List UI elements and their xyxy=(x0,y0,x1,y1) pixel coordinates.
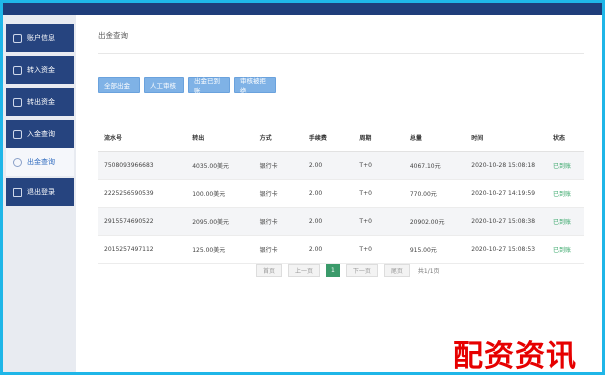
sidebar-item-account-info[interactable]: 账户信息 xyxy=(6,24,74,52)
column-header: 转出 xyxy=(186,123,254,152)
cell-time: 2020-10-27 14:19:59 xyxy=(465,179,548,208)
last-page-button[interactable]: 尾页 xyxy=(383,264,410,277)
sidebar: 账户信息 转入资金 转出资金 入金查询 出金查询 退出登录 xyxy=(3,15,76,372)
cell-method: 银行卡 xyxy=(253,235,303,264)
cell-method: 银行卡 xyxy=(253,207,303,236)
status-badge: 已到账 xyxy=(547,179,584,208)
sidebar-item-label: 出金查询 xyxy=(27,158,55,166)
sidebar-item-deposit[interactable]: 转入资金 xyxy=(6,56,74,84)
withdraw-icon xyxy=(13,97,22,107)
sidebar-item-deposit-query[interactable]: 入金查询 xyxy=(6,120,74,148)
main-content: 出金查询 全部出金 人工审核 出金已到账 审核被拒绝 流水号 转出 方式 手续费… xyxy=(76,15,602,372)
table-row: 2915574690522 2095.00美元 银行卡 2.00 T+0 209… xyxy=(98,207,584,236)
cell-period: T+0 xyxy=(353,179,404,208)
column-header: 手续费 xyxy=(302,123,354,152)
cell-method: 银行卡 xyxy=(253,151,303,180)
column-header: 周期 xyxy=(353,123,404,152)
user-icon xyxy=(13,33,22,43)
app-frame: 账户信息 转入资金 转出资金 入金查询 出金查询 退出登录 出金查询 全部出金 … xyxy=(3,3,602,372)
filter-rejected-button[interactable]: 审核被拒绝 xyxy=(234,77,276,95)
sidebar-item-label: 入金查询 xyxy=(27,130,55,138)
cell-fee: 2.00 xyxy=(302,179,354,208)
pagination: 首页 上一页 1 下一页 尾页 共1/1页 xyxy=(256,264,440,277)
table-row: 2015257497112 125.00美元 银行卡 2.00 T+0 915.… xyxy=(98,235,584,264)
sidebar-item-withdraw-query[interactable]: 出金查询 xyxy=(6,148,74,176)
sidebar-item-label: 账户信息 xyxy=(27,34,55,42)
table-header-row: 流水号 转出 方式 手续费 周期 总量 时间 状态 xyxy=(98,123,584,152)
prev-page-button[interactable]: 上一页 xyxy=(288,264,321,277)
next-page-button[interactable]: 下一页 xyxy=(345,264,378,277)
table-row: 7508093966683 4035.00美元 银行卡 2.00 T+0 406… xyxy=(98,151,584,180)
cell-fee: 2.00 xyxy=(302,151,354,180)
cell-serial: 2225256590539 xyxy=(98,179,187,208)
status-badge: 已到账 xyxy=(547,151,584,180)
cell-fee: 2.00 xyxy=(302,207,354,236)
page-title: 出金查询 xyxy=(98,31,128,40)
column-header: 总量 xyxy=(403,123,466,152)
column-header: 流水号 xyxy=(98,123,187,152)
sidebar-item-label: 转出资金 xyxy=(27,98,55,106)
current-page-button[interactable]: 1 xyxy=(326,264,340,277)
column-header: 状态 xyxy=(547,123,584,152)
cell-serial: 2015257497112 xyxy=(98,235,187,264)
filter-all-button[interactable]: 全部出金 xyxy=(98,77,140,93)
sidebar-item-label: 转入资金 xyxy=(27,66,55,74)
column-header: 方式 xyxy=(253,123,303,152)
divider xyxy=(98,53,584,54)
filter-manual-review-button[interactable]: 人工审核 xyxy=(144,77,184,93)
top-bar xyxy=(3,3,602,15)
table-row: 2225256590539 100.00美元 银行卡 2.00 T+0 770.… xyxy=(98,179,584,208)
cell-period: T+0 xyxy=(353,151,404,180)
cell-period: T+0 xyxy=(353,235,404,264)
cell-time: 2020-10-27 15:08:38 xyxy=(465,207,548,236)
search-icon xyxy=(13,157,22,167)
cell-amount: 4035.00美元 xyxy=(186,151,254,180)
cell-amount: 2095.00美元 xyxy=(186,207,254,236)
cell-serial: 2915574690522 xyxy=(98,207,187,236)
cell-time: 2020-10-27 15:08:53 xyxy=(465,235,548,264)
cell-method: 银行卡 xyxy=(253,179,303,208)
page-count: 共1/1页 xyxy=(417,268,440,275)
status-badge: 已到账 xyxy=(547,207,584,236)
sidebar-item-withdraw[interactable]: 转出资金 xyxy=(6,88,74,116)
cell-time: 2020-10-28 15:08:18 xyxy=(465,151,548,180)
filter-tabs: 全部出金 人工审核 出金已到账 审核被拒绝 xyxy=(98,77,276,95)
sidebar-item-label: 退出登录 xyxy=(27,188,55,196)
first-page-button[interactable]: 首页 xyxy=(256,264,283,277)
cell-fee: 2.00 xyxy=(302,235,354,264)
query-icon xyxy=(13,129,22,139)
logout-icon xyxy=(13,187,22,197)
cell-amount: 100.00美元 xyxy=(186,179,254,208)
cell-total: 4067.10元 xyxy=(403,151,466,180)
cell-serial: 7508093966683 xyxy=(98,151,187,180)
cell-amount: 125.00美元 xyxy=(186,235,254,264)
column-header: 时间 xyxy=(465,123,548,152)
withdrawal-table: 流水号 转出 方式 手续费 周期 总量 时间 状态 7508093966683 … xyxy=(98,123,584,264)
cell-total: 770.00元 xyxy=(403,179,466,208)
deposit-icon xyxy=(13,65,22,75)
cell-total: 20902.00元 xyxy=(403,207,466,236)
cell-total: 915.00元 xyxy=(403,235,466,264)
status-badge: 已到账 xyxy=(547,235,584,264)
filter-arrived-button[interactable]: 出金已到账 xyxy=(188,77,230,95)
watermark-logo: 配资资讯 xyxy=(453,339,577,372)
cell-period: T+0 xyxy=(353,207,404,236)
sidebar-item-logout[interactable]: 退出登录 xyxy=(6,178,74,206)
